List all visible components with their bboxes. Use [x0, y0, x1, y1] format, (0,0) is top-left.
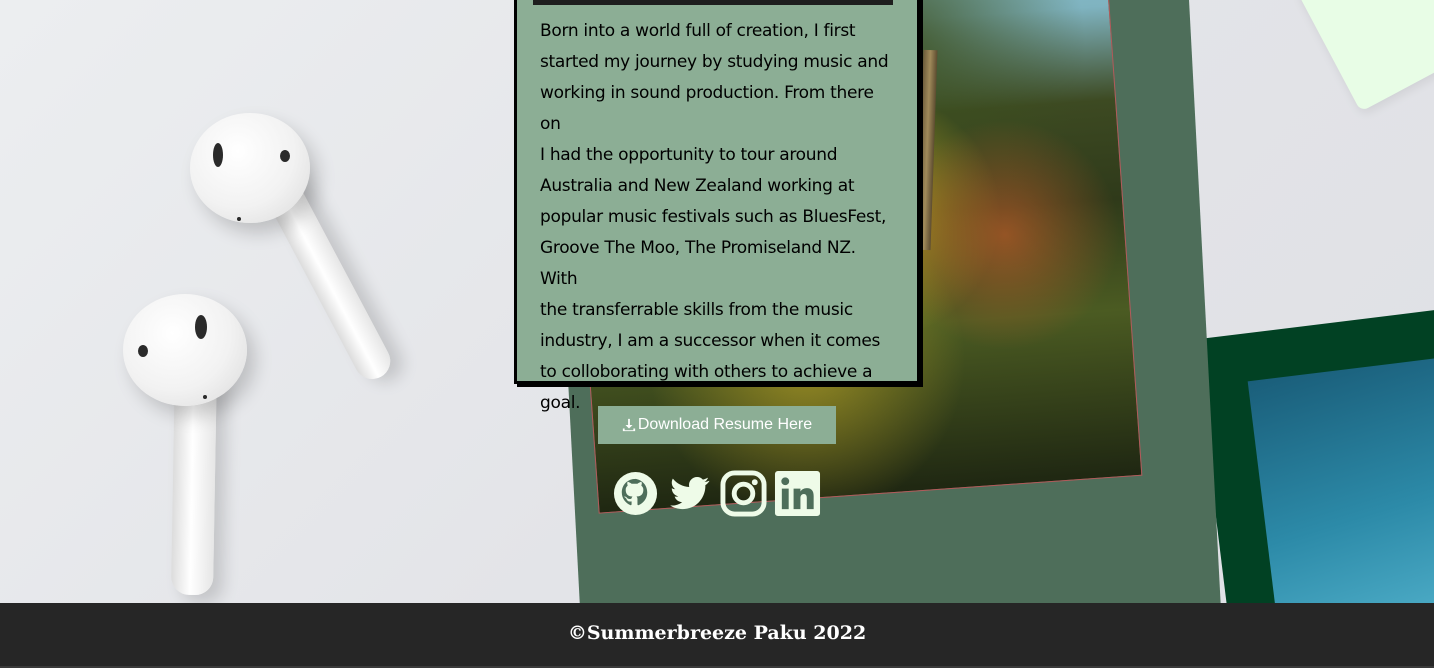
polaroid-photo-right — [1194, 303, 1434, 603]
earbud-left-image — [115, 290, 265, 600]
instagram-icon[interactable] — [720, 470, 767, 517]
linkedin-icon[interactable] — [774, 470, 821, 517]
sticky-note — [1295, 0, 1434, 112]
bio-line: the transferrable skills from the music — [540, 300, 853, 320]
background-desk: Born into a world full of creation, I fi… — [0, 0, 1434, 603]
bio-line: Born into a world full of creation, I fi… — [540, 21, 856, 41]
ocean-photo — [1247, 349, 1434, 603]
site-footer: ©Summerbreeze Paku 2022 — [0, 603, 1434, 668]
bio-line: I had the opportunity to tour around — [540, 145, 838, 165]
bio-line: to colloborating with others to achieve … — [540, 362, 873, 382]
bio-line: working in sound production. From there … — [540, 83, 874, 134]
bio-topbar — [533, 0, 893, 5]
download-icon — [622, 418, 636, 432]
download-label: Download Resume Here — [637, 416, 813, 433]
download-resume-button[interactable]: Download Resume Here — [598, 406, 836, 444]
github-icon[interactable] — [612, 470, 659, 517]
bio-line: popular music festivals such as BluesFes… — [540, 207, 887, 227]
copyright-text: ©Summerbreeze Paku 2022 — [567, 621, 867, 644]
bio-line: Groove The Moo, The Promiseland NZ. With — [540, 238, 856, 289]
bio-line: industry, I am a successor when it comes — [540, 331, 881, 351]
bio-line: Australia and New Zealand working at — [540, 176, 855, 196]
bio-line: started my journey by studying music and — [540, 52, 889, 72]
social-links — [612, 470, 821, 517]
twitter-icon[interactable] — [666, 470, 713, 517]
bio-text: Born into a world full of creation, I fi… — [540, 16, 890, 419]
